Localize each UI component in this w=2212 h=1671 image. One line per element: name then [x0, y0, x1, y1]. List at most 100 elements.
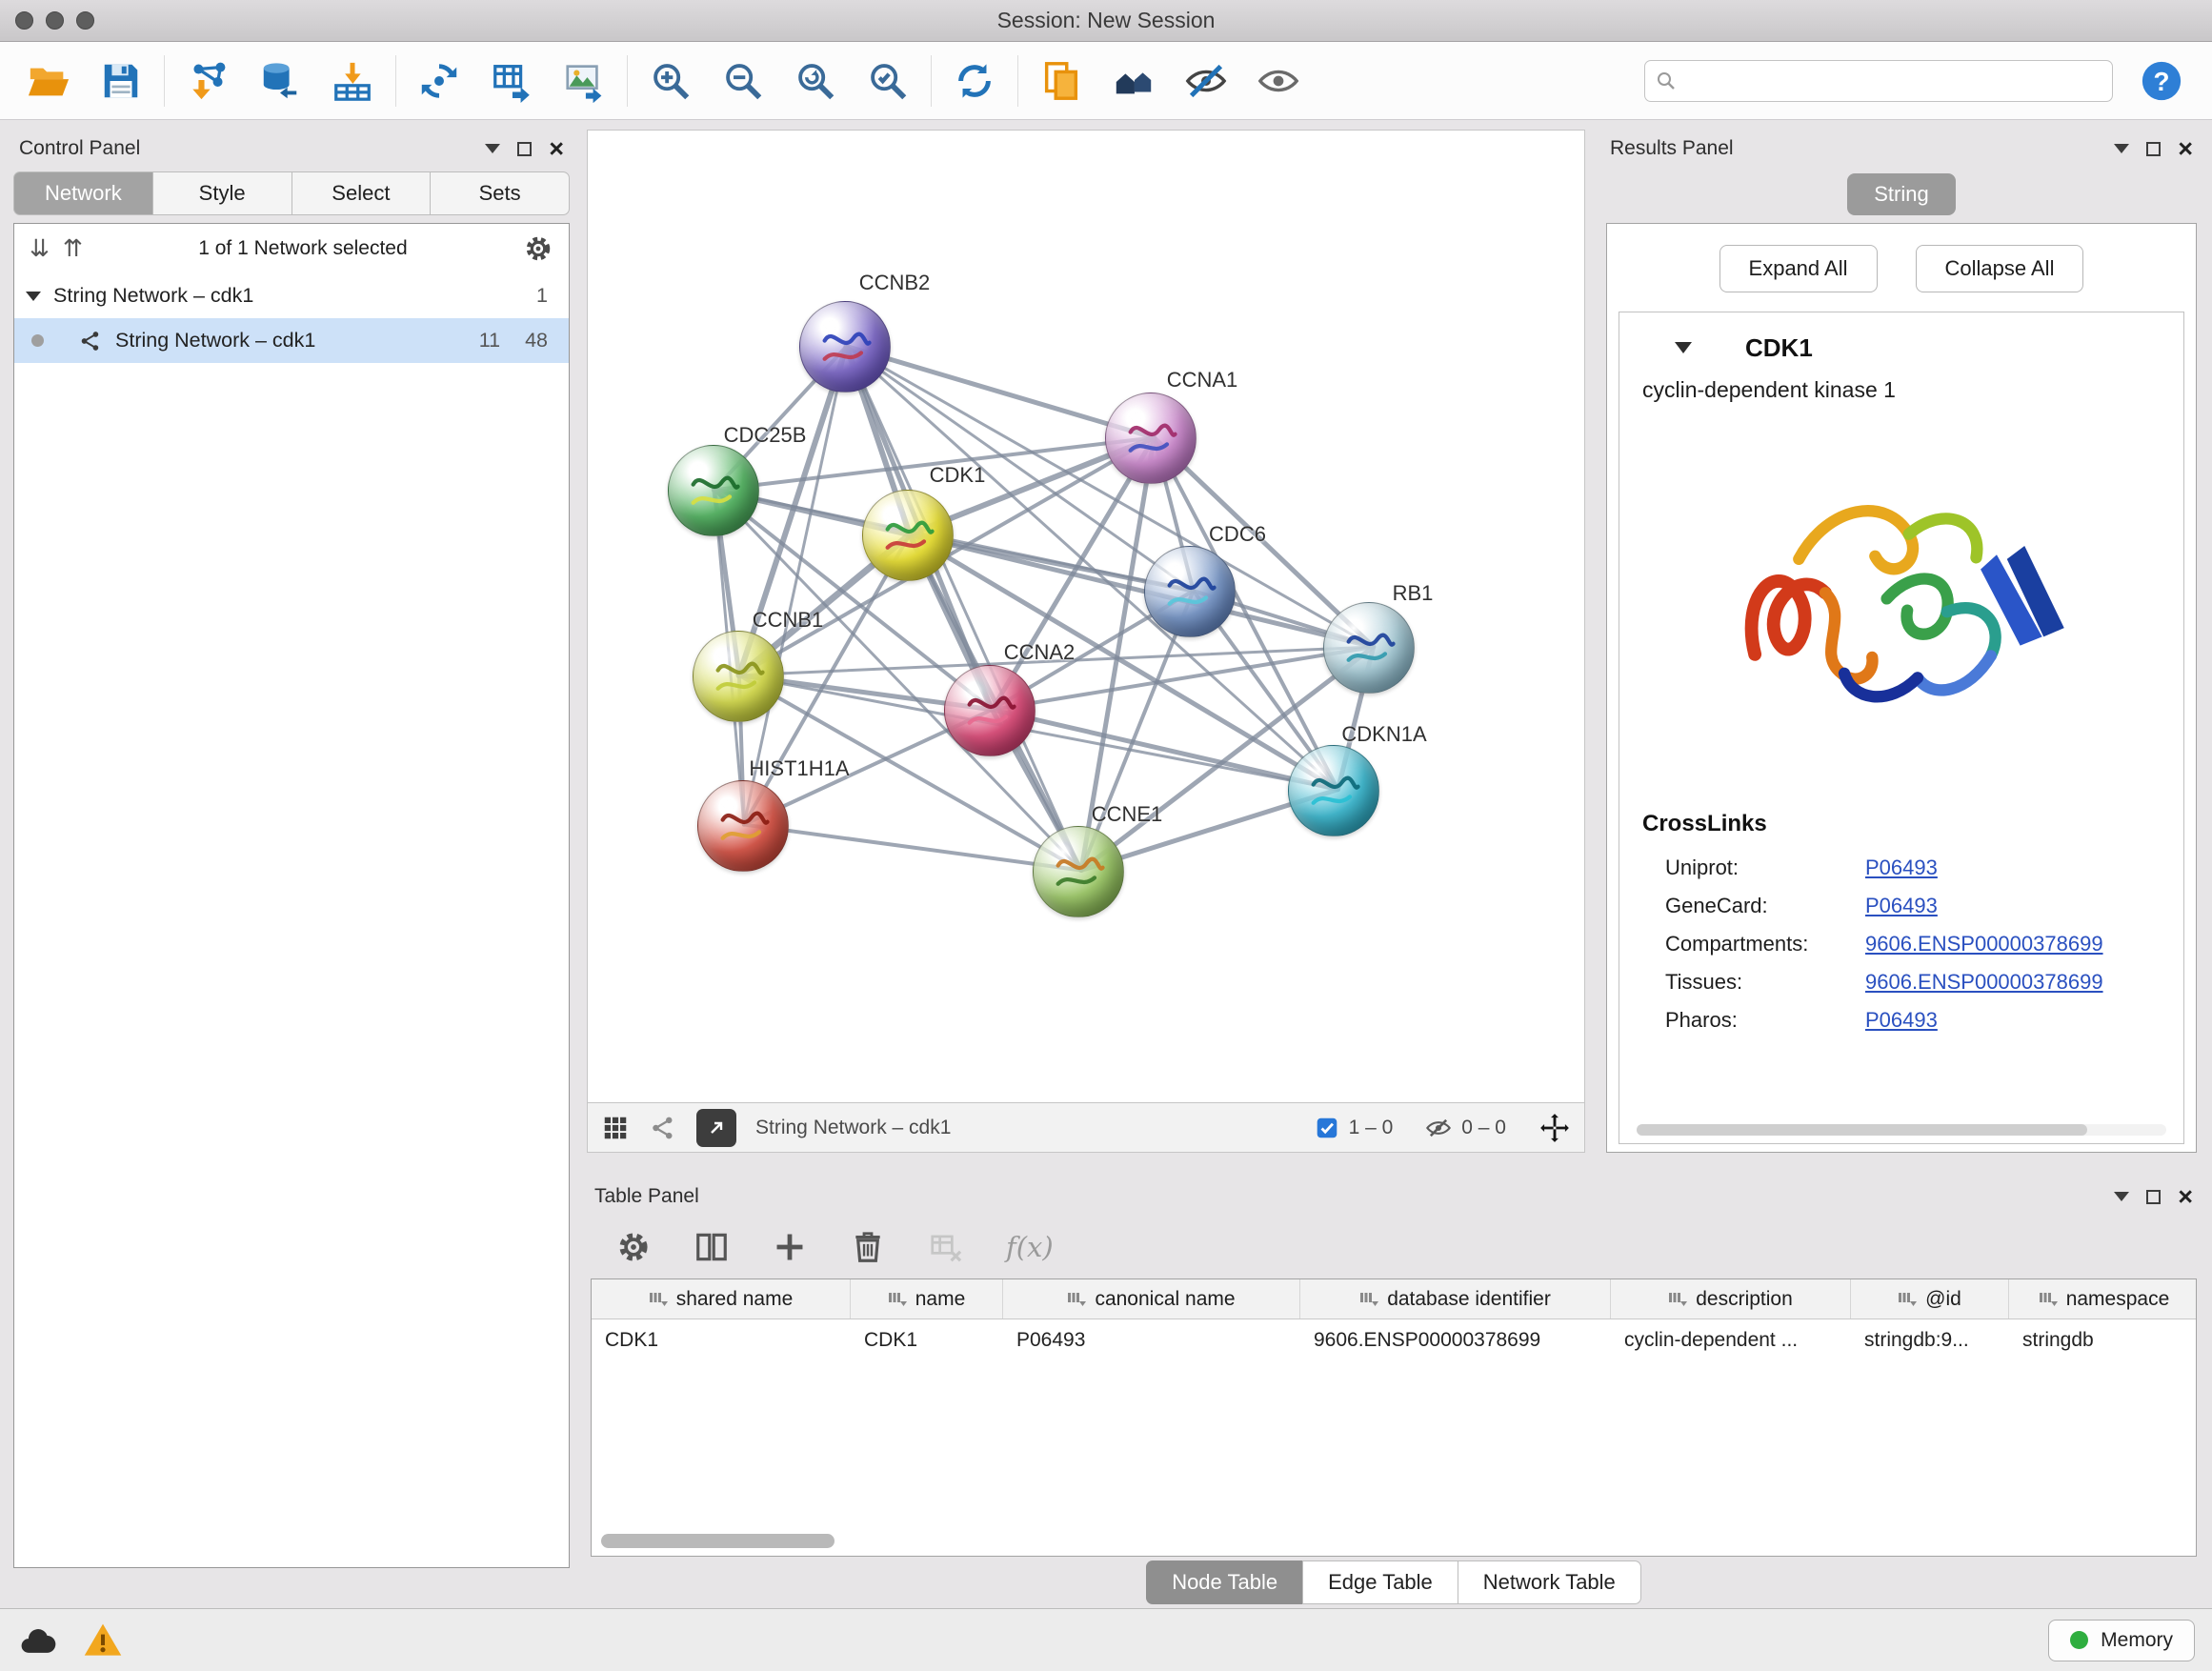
- network-edge-ccnb2-hist1h1a[interactable]: [744, 347, 847, 825]
- search-input[interactable]: [1685, 70, 2102, 92]
- zoom-window-button[interactable]: [76, 11, 94, 30]
- refresh-view-icon[interactable]: [953, 59, 996, 103]
- network-edge-hist1h1a-ccne1[interactable]: [744, 825, 1081, 871]
- move-crosshair-icon[interactable]: [1538, 1112, 1571, 1144]
- add-column-icon[interactable]: [772, 1229, 808, 1265]
- zoom-selected-icon[interactable]: [866, 59, 910, 103]
- network-edge-ccna2-cdkn1a[interactable]: [992, 710, 1337, 790]
- column-header-at-id[interactable]: @id: [1851, 1279, 2009, 1319]
- zoom-out-icon[interactable]: [721, 59, 765, 103]
- network-node-cdkn1a[interactable]: [1288, 745, 1379, 836]
- column-header-name[interactable]: name: [851, 1279, 1003, 1319]
- tab-node-table[interactable]: Node Table: [1146, 1560, 1302, 1604]
- close-panel-icon[interactable]: ×: [549, 139, 564, 158]
- scrollbar-thumb[interactable]: [601, 1534, 835, 1548]
- show-graphics-details-icon[interactable]: [1257, 59, 1300, 103]
- column-header-canonical-name[interactable]: canonical name: [1003, 1279, 1300, 1319]
- copy-document-icon[interactable]: [1039, 59, 1083, 103]
- cell-shared-name[interactable]: CDK1: [592, 1319, 851, 1361]
- maximize-panel-icon[interactable]: [517, 142, 532, 156]
- column-header-database-identifier[interactable]: database identifier: [1300, 1279, 1611, 1319]
- tab-edge-table[interactable]: Edge Table: [1302, 1560, 1458, 1604]
- network-share-icon[interactable]: [649, 1114, 677, 1142]
- function-builder-icon[interactable]: f(x): [1006, 1231, 1054, 1263]
- selected-checkbox-icon[interactable]: [1315, 1116, 1339, 1140]
- protein-card-caret-icon[interactable]: [1675, 342, 1692, 353]
- float-table-panel-icon[interactable]: [2114, 1192, 2129, 1201]
- open-session-icon[interactable]: [27, 59, 70, 103]
- maximize-table-panel-icon[interactable]: [2146, 1190, 2161, 1204]
- column-header-description[interactable]: description: [1611, 1279, 1851, 1319]
- collapse-all-networks-icon[interactable]: ⇊: [30, 237, 50, 261]
- network-edge-ccnb2-ccne1[interactable]: [847, 347, 1081, 871]
- import-network-file-icon[interactable]: [186, 59, 230, 103]
- import-table-icon[interactable]: [331, 59, 374, 103]
- table-horizontal-scrollbar[interactable]: [601, 1534, 2186, 1548]
- crosslink-link[interactable]: P06493: [1865, 894, 1938, 918]
- collection-caret-icon[interactable]: [26, 292, 41, 301]
- close-window-button[interactable]: [15, 11, 33, 30]
- tab-style[interactable]: Style: [152, 171, 292, 215]
- search-box[interactable]: [1644, 60, 2113, 102]
- zoom-in-icon[interactable]: [649, 59, 693, 103]
- network-node-rb1[interactable]: [1323, 602, 1415, 694]
- column-header-shared-name[interactable]: shared name: [592, 1279, 851, 1319]
- tab-network-table[interactable]: Network Table: [1458, 1560, 1641, 1604]
- network-node-ccnb2[interactable]: [799, 301, 891, 393]
- save-session-icon[interactable]: [99, 59, 143, 103]
- close-results-panel-icon[interactable]: ×: [2178, 139, 2193, 158]
- network-node-cdk1[interactable]: [862, 490, 954, 581]
- tab-select[interactable]: Select: [292, 171, 431, 215]
- close-table-panel-icon[interactable]: ×: [2178, 1187, 2193, 1206]
- results-horizontal-scrollbar[interactable]: [1637, 1124, 2166, 1136]
- tab-network[interactable]: Network: [13, 171, 152, 215]
- network-node-ccnb1[interactable]: [693, 631, 784, 722]
- network-node-cdc6[interactable]: [1144, 546, 1236, 637]
- expand-all-button[interactable]: Expand All: [1719, 245, 1878, 292]
- network-node-ccna1[interactable]: [1105, 393, 1196, 484]
- export-table-icon[interactable]: [490, 59, 533, 103]
- column-header-namespace[interactable]: namespace: [2009, 1279, 2197, 1319]
- cell-name[interactable]: CDK1: [851, 1319, 1003, 1361]
- network-canvas[interactable]: CCNB2CCNA1CDC25BCDK1CDC6RB1CCNB1CCNA2CDK…: [587, 130, 1585, 1103]
- crosslink-link[interactable]: 9606.ENSP00000378699: [1865, 932, 2103, 956]
- network-edge-cdk1-rb1[interactable]: [910, 534, 1374, 647]
- network-node-ccne1[interactable]: [1033, 826, 1124, 917]
- import-network-database-icon[interactable]: [258, 59, 302, 103]
- cell-canonical-name[interactable]: P06493: [1003, 1319, 1300, 1361]
- hidden-eye-slash-icon[interactable]: [1425, 1115, 1452, 1141]
- maximize-results-panel-icon[interactable]: [2146, 142, 2161, 156]
- network-collection-row[interactable]: String Network – cdk1 1: [14, 273, 569, 318]
- memory-button[interactable]: Memory: [2048, 1620, 2195, 1661]
- hide-annotations-icon[interactable]: [1184, 59, 1228, 103]
- expand-all-networks-icon[interactable]: ⇈: [63, 237, 83, 261]
- float-panel-icon[interactable]: [485, 144, 500, 153]
- minimize-window-button[interactable]: [46, 11, 64, 30]
- float-results-panel-icon[interactable]: [2114, 144, 2129, 153]
- delete-column-trash-icon[interactable]: [850, 1229, 886, 1265]
- cell-description[interactable]: cyclin-dependent ...: [1611, 1319, 1851, 1361]
- crosslink-link[interactable]: P06493: [1865, 856, 1938, 880]
- network-tools-icon[interactable]: [417, 59, 461, 103]
- string-results-tab[interactable]: String: [1847, 173, 1955, 215]
- crosslink-link[interactable]: 9606.ENSP00000378699: [1865, 970, 2103, 995]
- cell-at-id[interactable]: stringdb:9...: [1851, 1319, 2009, 1361]
- network-node-hist1h1a[interactable]: [697, 780, 789, 872]
- cell-database-identifier[interactable]: 9606.ENSP00000378699: [1300, 1319, 1611, 1361]
- open-in-new-window-button[interactable]: [696, 1109, 736, 1147]
- string-home-icon[interactable]: [1112, 59, 1156, 103]
- tab-sets[interactable]: Sets: [430, 171, 570, 215]
- birds-eye-view-icon[interactable]: [601, 1114, 630, 1142]
- help-icon[interactable]: ?: [2140, 59, 2183, 103]
- cell-namespace[interactable]: stringdb: [2009, 1319, 2197, 1361]
- export-image-icon[interactable]: [562, 59, 606, 103]
- network-row[interactable]: String Network – cdk1 11 48: [14, 318, 569, 363]
- show-columns-icon[interactable]: [694, 1229, 730, 1265]
- collapse-all-button[interactable]: Collapse All: [1916, 245, 2084, 292]
- table-row[interactable]: CDK1 CDK1 P06493 9606.ENSP00000378699 cy…: [592, 1319, 2196, 1361]
- network-options-gear-icon[interactable]: [523, 233, 553, 264]
- zoom-fit-icon[interactable]: [794, 59, 837, 103]
- table-options-gear-icon[interactable]: [615, 1229, 652, 1265]
- network-node-cdc25b[interactable]: [668, 445, 759, 536]
- warning-icon[interactable]: [82, 1620, 124, 1661]
